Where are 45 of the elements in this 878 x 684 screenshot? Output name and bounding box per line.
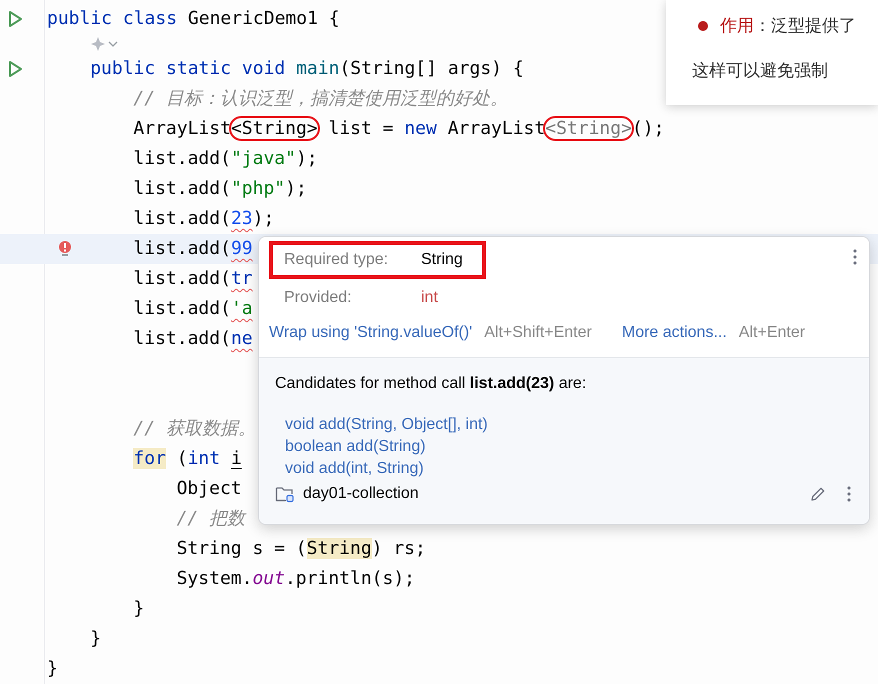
- candidate-link[interactable]: void add(String, Object[], int): [285, 414, 488, 436]
- sparkle-icon[interactable]: [90, 36, 106, 52]
- code-line: list.add(23);: [133, 207, 274, 231]
- bullet-icon: [698, 21, 708, 31]
- more-icon[interactable]: [847, 486, 851, 502]
- run-icon[interactable]: [6, 10, 24, 28]
- note-text: 这样可以避免强制: [692, 60, 828, 82]
- code-line: list.add(tr: [133, 267, 253, 291]
- code-line: list.add(99: [133, 237, 253, 261]
- code-line: // 把数: [176, 507, 246, 531]
- chevron-down-icon[interactable]: [108, 40, 118, 48]
- shortcut-hint: Alt+Enter: [738, 323, 806, 343]
- code-line: ArrayList<String> list = new ArrayList<String>();: [133, 117, 664, 141]
- note-text: 作用：泛型提供了: [720, 15, 856, 38]
- code-line: System.out.println(s);: [176, 567, 416, 591]
- field-value: String: [421, 250, 463, 270]
- code-line: // 目标：认识泛型，搞清楚使用泛型的好处。: [133, 87, 508, 111]
- error-bulb-icon[interactable]: [58, 240, 72, 258]
- action-link[interactable]: Wrap using 'String.valueOf()': [269, 321, 472, 345]
- run-icon[interactable]: [6, 60, 24, 78]
- code-line: // 获取数据。: [133, 417, 256, 441]
- field-label: Required type:: [284, 250, 390, 270]
- code-line: }: [90, 627, 102, 651]
- folder-icon: [275, 485, 295, 503]
- code-line: list.add("java");: [133, 147, 318, 171]
- shortcut-hint: Alt+Shift+Enter: [484, 323, 592, 343]
- more-icon[interactable]: [853, 249, 857, 265]
- field-value: int: [421, 288, 438, 308]
- code-line: list.add(ne: [133, 327, 253, 351]
- pencil-icon[interactable]: [809, 485, 827, 503]
- code-line: list.add("php");: [133, 177, 307, 201]
- module-name: day01-collection: [303, 484, 419, 504]
- code-line: }: [47, 657, 58, 681]
- candidates-heading: Candidates for method call list.add(23) are:: [275, 374, 588, 394]
- action-link[interactable]: More actions...: [622, 321, 727, 345]
- candidate-link[interactable]: boolean add(String): [285, 436, 426, 458]
- code-line: Object: [176, 477, 242, 501]
- candidate-link[interactable]: void add(int, String): [285, 458, 424, 480]
- field-label: Provided:: [284, 288, 353, 308]
- code-line: public static void main(String[] args) {: [90, 57, 524, 81]
- code-line: public class GenericDemo1 {: [47, 7, 340, 31]
- code-line: String s = (String) rs;: [176, 537, 426, 561]
- code-line: }: [133, 597, 144, 621]
- code-line: list.add('a: [133, 297, 253, 321]
- code-line: for (int i: [133, 447, 242, 471]
